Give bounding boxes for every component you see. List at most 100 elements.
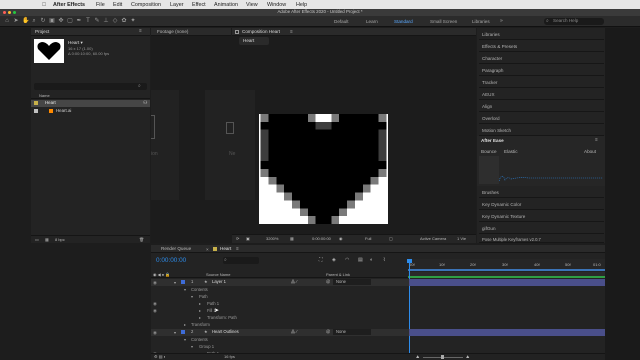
- zoom-dropdown[interactable]: 3200%: [266, 237, 278, 241]
- panel-menu-icon[interactable]: ≡: [290, 29, 293, 35]
- pan-behind-tool-icon[interactable]: ✥: [58, 18, 64, 24]
- panel-key-dynamic-color[interactable]: Key Dynamic Color: [479, 198, 604, 210]
- panel-paragraph[interactable]: Paragraph: [479, 64, 604, 76]
- expand-icon[interactable]: ▸: [199, 301, 201, 306]
- panel-overlord[interactable]: Overlord: [479, 112, 604, 124]
- layer-duration-bar[interactable]: [409, 329, 605, 336]
- tab-render-queue[interactable]: Render Queue: [161, 246, 191, 252]
- roto-brush-tool-icon[interactable]: ✿: [121, 18, 127, 24]
- label-color-icon[interactable]: [181, 330, 185, 334]
- panel-brushes[interactable]: Brushes: [479, 186, 604, 198]
- camera-dropdown[interactable]: Active Camera: [420, 237, 446, 241]
- property-transform[interactable]: Transform: [191, 322, 210, 327]
- region-icon[interactable]: ▢: [389, 237, 393, 241]
- workspace-overflow-icon[interactable]: »: [500, 18, 503, 24]
- workspace-small-screen[interactable]: Small Screen: [430, 19, 457, 24]
- timeline-timecode[interactable]: 0:00:00:00: [156, 257, 186, 264]
- draft-3d-icon[interactable]: ◈: [332, 258, 336, 263]
- project-search-input[interactable]: ⌕: [34, 83, 147, 90]
- rotate-tool-icon[interactable]: ↻: [40, 18, 46, 24]
- zoom-in-icon[interactable]: ⛰: [466, 355, 469, 359]
- apple-icon[interactable]: : [42, 2, 46, 8]
- brush-tool-icon[interactable]: ✎: [94, 18, 100, 24]
- eye-icon[interactable]: ◉: [153, 301, 157, 307]
- panel-aeux[interactable]: AEUX: [479, 88, 604, 100]
- expand-icon[interactable]: ▾: [191, 344, 193, 349]
- menu-edit[interactable]: Edit: [113, 2, 122, 8]
- flowchart-icon[interactable]: ⚇: [143, 100, 147, 106]
- tab-heart[interactable]: Heart: [220, 246, 231, 252]
- eye-icon[interactable]: ◉: [153, 280, 157, 286]
- workspace-default[interactable]: Default: [334, 19, 349, 24]
- always-preview-icon[interactable]: ⟳: [236, 237, 239, 241]
- work-area-bar[interactable]: [408, 269, 605, 271]
- ease-curve-graph[interactable]: [499, 172, 603, 184]
- comp-flowchart-icon[interactable]: ⛶: [319, 258, 323, 263]
- menu-composition[interactable]: Composition: [131, 2, 161, 8]
- composition-canvas[interactable]: [259, 114, 388, 224]
- panel-effects-presets[interactable]: Effects & Presets: [479, 40, 604, 52]
- panel-motion-sketch[interactable]: Motion Sketch: [479, 124, 604, 136]
- footage-tab[interactable]: Footage (none): [157, 29, 188, 35]
- rectangle-tool-icon[interactable]: ▢: [67, 18, 73, 24]
- panel-menu-icon[interactable]: ≡: [595, 137, 598, 143]
- camera-tool-icon[interactable]: ▣: [49, 18, 55, 24]
- type-tool-icon[interactable]: T: [85, 18, 91, 24]
- menu-layer[interactable]: Layer: [170, 2, 184, 8]
- layer-row[interactable]: ◉ ▾ 1 ★ Layer 1 ⁂ ⁄ @ None: [151, 279, 605, 286]
- workspace-libraries[interactable]: Libraries: [472, 19, 490, 24]
- expand-icon[interactable]: ▾: [174, 280, 176, 285]
- zoom-slider-handle[interactable]: [441, 355, 444, 359]
- project-row-heart-ai[interactable]: Heart.ai: [31, 108, 150, 115]
- expand-icon[interactable]: ▸: [199, 315, 201, 320]
- panel-menu-icon[interactable]: ≡: [236, 246, 239, 252]
- menu-animation[interactable]: Animation: [214, 2, 238, 8]
- composition-tab[interactable]: Composition Heart: [242, 29, 280, 35]
- property-contents[interactable]: Contents: [191, 287, 208, 292]
- timeline-search-input[interactable]: ⌕: [223, 257, 259, 264]
- new-composition-icon[interactable]: ▦: [45, 238, 49, 242]
- motion-blur-icon[interactable]: ◐: [370, 258, 373, 263]
- col-name[interactable]: Name: [39, 94, 50, 98]
- quality-dropdown[interactable]: Full: [365, 237, 371, 241]
- resolution-icon[interactable]: ▣: [246, 237, 250, 241]
- eye-icon[interactable]: ◉: [153, 330, 157, 336]
- hand-tool-icon[interactable]: ✋: [22, 18, 29, 24]
- workspace-learn[interactable]: Learn: [366, 19, 378, 24]
- panel-gifgun[interactable]: gifGun: [479, 222, 604, 234]
- property-path[interactable]: Path: [199, 294, 208, 299]
- expand-icon[interactable]: ▾: [184, 287, 186, 292]
- layer-row[interactable]: ◉ ▾ 2 ★ Heart Outlines ⁂ ⁄ @ None: [151, 329, 605, 336]
- property-path-1[interactable]: Path 1: [207, 301, 219, 306]
- expand-icon[interactable]: ▾: [184, 337, 186, 342]
- project-tab[interactable]: Project: [35, 29, 49, 35]
- project-row-heart[interactable]: Heart ⚇: [31, 100, 150, 107]
- menu-view[interactable]: View: [246, 2, 258, 8]
- selection-tool-icon[interactable]: ➤: [13, 18, 19, 24]
- current-time[interactable]: 0:00:00:00: [312, 237, 331, 241]
- expand-icon[interactable]: ▸: [199, 308, 201, 313]
- panel-pose-multiple-keyframes[interactable]: Pose Multiple Keyframes v2.0.7: [479, 234, 604, 243]
- zoom-tool-icon[interactable]: ⌕: [31, 18, 37, 24]
- playhead-handle[interactable]: [407, 259, 412, 263]
- snapshot-icon[interactable]: ◉: [339, 237, 343, 241]
- menu-help[interactable]: Help: [296, 2, 307, 8]
- shy-layers-icon[interactable]: ◠: [345, 258, 349, 263]
- eraser-tool-icon[interactable]: ◇: [112, 18, 118, 24]
- label-color-icon[interactable]: [181, 280, 185, 284]
- menu-effect[interactable]: Effect: [192, 2, 206, 8]
- panel-character[interactable]: Character: [479, 52, 604, 64]
- panel-libraries[interactable]: Libraries: [479, 28, 604, 40]
- clone-stamp-tool-icon[interactable]: ⊥: [103, 18, 109, 24]
- layer-switches-toggle-icon[interactable]: ⚙ ▤ ◐: [154, 355, 166, 359]
- panel-key-dynamic-texture[interactable]: Key Dynamic Texture: [479, 210, 604, 222]
- expand-icon[interactable]: ▾: [191, 294, 193, 299]
- col-parent-link[interactable]: Parent & Link: [326, 273, 350, 277]
- col-source-name[interactable]: Source Name: [206, 273, 230, 277]
- menu-file[interactable]: File: [96, 2, 105, 8]
- parent-dropdown[interactable]: None: [333, 329, 371, 335]
- layer-name[interactable]: Layer 1: [212, 279, 226, 284]
- trash-icon[interactable]: 🗑: [139, 238, 144, 242]
- close-icon[interactable]: ×: [206, 247, 209, 252]
- switches-icon[interactable]: ⁂ ⁄: [291, 329, 297, 334]
